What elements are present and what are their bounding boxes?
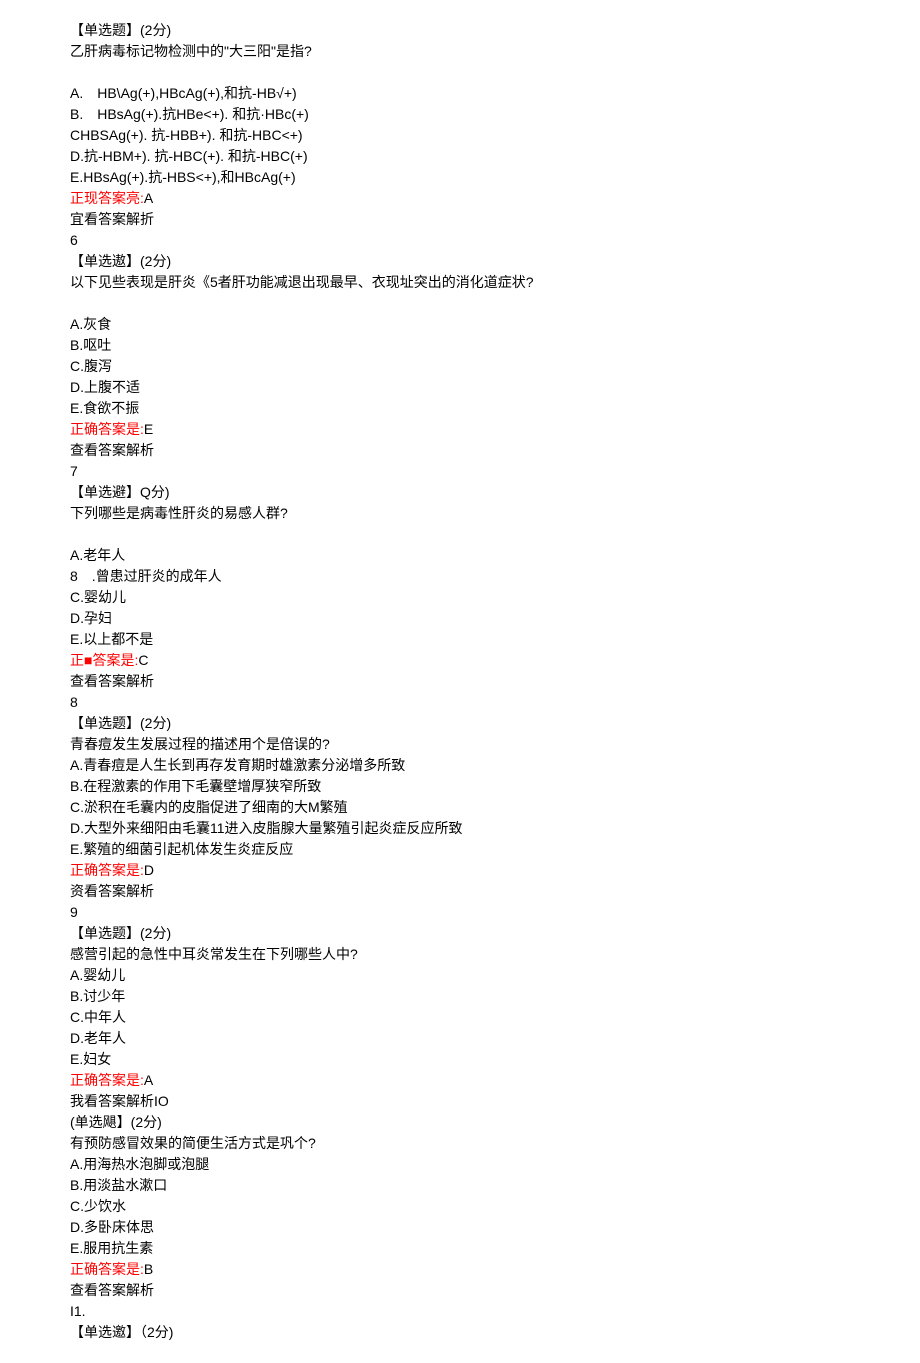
option-e: E.HBsAg(+).抗-HBS<+),和HBcAg(+) [70,167,850,188]
question-number: 7 [70,461,850,482]
question-header: 【单选遨】(2分) [70,251,850,272]
blank-line [70,293,850,314]
question-stem: 乙肝病毒标记物检测中的"大三阳"是指? [70,41,850,62]
option-b: B.在程激素的作用下毛囊壁增厚狭窄所致 [70,776,850,797]
answer-line: 正确答案是:E [70,419,850,440]
option-e: E.妇女 [70,1049,850,1070]
answer-label: 正确答案是: [70,421,144,437]
answer-label: 正确答案是: [70,862,144,878]
answer-value: C [138,652,148,668]
option-a: A.用海热水泡脚或泡腿 [70,1154,850,1175]
question-stem: 有预防感冒效果的简便生活方式是巩个? [70,1133,850,1154]
option-b: B.讨少年 [70,986,850,1007]
option-e: E.以上都不是 [70,629,850,650]
question-stem: 下列哪些是病毒性肝炎的易感人群? [70,503,850,524]
option-a: A. HB\Ag(+),HBcAg(+),和抗-HB√+) [70,83,850,104]
answer-value: D [144,862,154,878]
question-header: 【单选题】(2分) [70,20,850,41]
option-d: D.大型外来细阳由毛囊11进入皮脂腺大量繁殖引起炎症反应所致 [70,818,850,839]
answer-label: 正确答案是: [70,1072,144,1088]
question-header: 【单选题】(2分) [70,923,850,944]
option-e: E.繁殖的细菌引起机体发生炎症反应 [70,839,850,860]
question-header: 【单选题】(2分) [70,713,850,734]
option-c: CHBSAg(+). 抗-HBB+). 和抗-HBC<+) [70,125,850,146]
answer-value: B [144,1261,153,1277]
option-c: C.婴幼儿 [70,587,850,608]
explain-link[interactable]: 资看答案解析 [70,881,850,902]
explain-link[interactable]: 查看答案解析 [70,671,850,692]
question-7-block: 【单选避】Q分) 下列哪些是病毒性肝炎的易感人群? A.老年人 8 .曾患过肝炎… [70,482,850,713]
answer-line: 正确答案是:B [70,1259,850,1280]
question-number: 8 [70,692,850,713]
question-header: 【单选邀】（2分) [70,1322,850,1343]
option-a: A.灰食 [70,314,850,335]
option-e: E.服用抗生素 [70,1238,850,1259]
answer-line: 正■答案是:C [70,650,850,671]
option-e: E.食欲不振 [70,398,850,419]
answer-line: 正确答案是:A [70,1070,850,1091]
question-stem: 以下见些表现是肝炎《5者肝功能减退出现最早、衣现址突出的消化道症状? [70,272,850,293]
question-5-block: 【单选题】(2分) 乙肝病毒标记物检测中的"大三阳"是指? A. HB\Ag(+… [70,20,850,251]
answer-label: 正现答案亮: [70,190,144,206]
question-number: 9 [70,902,850,923]
explain-link[interactable]: 查看答案解析 [70,440,850,461]
question-8-block: 【单选题】(2分) 青春痘发生发展过程的描述用个是倍误的? A.青春痘是人生长到… [70,713,850,923]
answer-label-right: 答案是: [92,652,138,668]
question-6-block: 【单选遨】(2分) 以下见些表现是肝炎《5者肝功能减退出现最早、衣现址突出的消化… [70,251,850,482]
question-stem: 感营引起的急性中耳炎常发生在下列哪些人中? [70,944,850,965]
option-b: B.呕吐 [70,335,850,356]
question-header: 【单选避】Q分) [70,482,850,503]
answer-line: 正现答案亮:A [70,188,850,209]
option-d: D.多卧床体思 [70,1217,850,1238]
answer-label-left: 正 [70,652,84,668]
answer-label: 正确答案是: [70,1261,144,1277]
question-stem: 青春痘发生发展过程的描述用个是倍误的? [70,734,850,755]
option-b: B.用淡盐水漱口 [70,1175,850,1196]
answer-value: E [144,421,153,437]
option-a: A.婴幼儿 [70,965,850,986]
option-b: B. HBsAg(+).抗HBe<+). 和抗·HBc(+) [70,104,850,125]
option-a: A.老年人 [70,545,850,566]
question-9-block: 【单选题】(2分) 感营引起的急性中耳炎常发生在下列哪些人中? A.婴幼儿 B.… [70,923,850,1112]
option-d: D.上腹不适 [70,377,850,398]
blank-line [70,62,850,83]
option-d: D.老年人 [70,1028,850,1049]
option-a: A.青春痘是人生长到再存发育期时雄激素分泌增多所致 [70,755,850,776]
option-c: C.淤积在毛囊内的皮脂促进了细南的大M繁殖 [70,797,850,818]
explain-link[interactable]: 查看答案解析 [70,1280,850,1301]
question-number: 6 [70,230,850,251]
option-c: C.少饮水 [70,1196,850,1217]
option-b: 8 .曾患过肝炎的成年人 [70,566,850,587]
explain-link[interactable]: 宜看答案解折 [70,209,850,230]
option-d: D.抗-HBM+). 抗-HBC(+). 和抗-HBC(+) [70,146,850,167]
question-11-block: 【单选邀】（2分) [70,1322,850,1343]
answer-value: A [144,190,153,206]
question-header: (单选飓】(2分) [70,1112,850,1133]
question-number: I1. [70,1301,850,1322]
blank-line [70,524,850,545]
option-d: D.孕妇 [70,608,850,629]
option-c: C.腹泻 [70,356,850,377]
option-c: C.中年人 [70,1007,850,1028]
answer-line: 正确答案是:D [70,860,850,881]
explain-link[interactable]: 我看答案解析IO [70,1091,850,1112]
question-10-block: (单选飓】(2分) 有预防感冒效果的简便生活方式是巩个? A.用海热水泡脚或泡腿… [70,1112,850,1322]
answer-value: A [144,1072,153,1088]
